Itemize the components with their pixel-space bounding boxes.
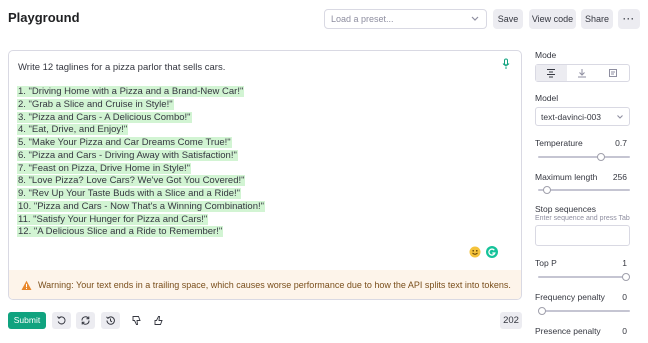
completion-line: 1. "Driving Home with a Pizza and a Bran… <box>17 86 245 97</box>
completion-line: 7. "Feast on Pizza, Drive Home in Style!… <box>17 162 192 174</box>
model-value: text-davinci-003 <box>541 112 602 122</box>
frequency-penalty-value: 0 <box>622 292 627 302</box>
stop-sequences-hint: Enter sequence and press Tab <box>535 215 630 222</box>
max-length-slider-handle[interactable] <box>543 186 552 194</box>
model-select[interactable]: text-davinci-003 <box>535 107 630 126</box>
temperature-value: 0.7 <box>615 138 627 148</box>
mode-label: Mode <box>535 50 557 60</box>
mode-selector <box>535 64 630 82</box>
undo-button[interactable] <box>52 312 71 329</box>
edit-mode-icon <box>609 69 617 77</box>
completion-line: 11. "Satisfy Your Hunger for Pizza and C… <box>17 213 209 225</box>
temperature-slider[interactable] <box>538 153 630 161</box>
temperature-slider-handle[interactable] <box>596 153 605 161</box>
prompt-editor[interactable]: Write 12 taglines for a pizza parlor tha… <box>8 50 522 300</box>
smiley-icon[interactable] <box>469 246 481 258</box>
thumbs-up-button[interactable] <box>152 312 166 329</box>
token-count: 202 <box>500 312 522 329</box>
completion-line: 9. "Rev Up Your Taste Buds with a Slice … <box>17 188 242 199</box>
completion-line: 10. "Pizza and Cars - Now That's a Winni… <box>17 200 265 212</box>
settings-panel: Mode Model text-davinci-003 Temperature … <box>535 0 648 343</box>
frequency-penalty-slider[interactable] <box>538 307 630 315</box>
history-icon <box>106 316 115 325</box>
preset-placeholder: Load a preset... <box>331 14 394 24</box>
model-label: Model <box>535 93 559 103</box>
completion-line: 8. "Love Pizza? Love Cars? We've Got You… <box>17 175 246 187</box>
microphone-icon[interactable] <box>501 58 511 70</box>
grammarly-icon[interactable] <box>486 246 498 258</box>
insert-mode-icon <box>578 69 586 78</box>
max-length-value: 256 <box>612 172 627 182</box>
submit-button[interactable]: Submit <box>8 312 46 329</box>
completion-line: 4. "Eat, Drive, and Enjoy!" <box>17 124 129 136</box>
complete-mode-icon <box>547 69 555 78</box>
top-p-slider[interactable] <box>538 273 630 281</box>
regenerate-icon <box>81 316 90 325</box>
warning-triangle-icon <box>21 280 32 290</box>
frequency-penalty-label: Frequency penalty <box>535 292 605 302</box>
undo-icon <box>57 316 66 325</box>
mode-edit-button[interactable] <box>598 65 629 81</box>
warning-text: Warning: Your text ends in a trailing sp… <box>38 280 511 290</box>
regenerate-button[interactable] <box>76 312 95 329</box>
warning-banner: Warning: Your text ends in a trailing sp… <box>9 270 521 299</box>
save-button[interactable]: Save <box>493 9 523 29</box>
page-title: Playground <box>8 10 80 25</box>
temperature-label: Temperature <box>535 138 583 148</box>
mode-insert-button[interactable] <box>567 65 598 81</box>
frequency-penalty-slider-handle[interactable] <box>538 307 546 315</box>
preset-select[interactable]: Load a preset... <box>324 9 487 29</box>
completion-line: 3. "Pizza and Cars - A Delicious Combo!" <box>17 111 192 123</box>
stop-sequences-label: Stop sequences <box>535 204 596 214</box>
top-p-label: Top P <box>535 258 557 268</box>
max-length-label: Maximum length <box>535 172 598 182</box>
chevron-down-icon <box>471 16 479 21</box>
top-p-value: 1 <box>622 258 627 268</box>
thumbs-down-icon <box>132 316 141 325</box>
completion-list: 1. "Driving Home with a Pizza and a Bran… <box>17 86 265 239</box>
stop-sequences-input[interactable] <box>535 225 630 246</box>
max-length-slider[interactable] <box>538 186 630 194</box>
chevron-down-icon <box>617 115 623 119</box>
completion-line: 5. "Make Your Pizza and Car Dreams Come … <box>17 137 232 148</box>
top-p-slider-handle[interactable] <box>622 273 630 281</box>
presence-penalty-value: 0 <box>622 326 627 336</box>
thumbs-up-icon <box>154 316 163 325</box>
completion-line: 6. "Pizza and Cars - Driving Away with S… <box>17 149 238 161</box>
completion-line: 2. "Grab a Slice and Cruise in Style!" <box>17 98 174 110</box>
history-button[interactable] <box>101 312 120 329</box>
mode-complete-button[interactable] <box>536 65 567 81</box>
completion-line: 12. "A Delicious Slice and a Ride to Rem… <box>17 226 224 238</box>
thumbs-down-button[interactable] <box>130 312 144 329</box>
presence-penalty-label: Presence penalty <box>535 326 601 336</box>
prompt-text: Write 12 taglines for a pizza parlor tha… <box>18 62 226 73</box>
